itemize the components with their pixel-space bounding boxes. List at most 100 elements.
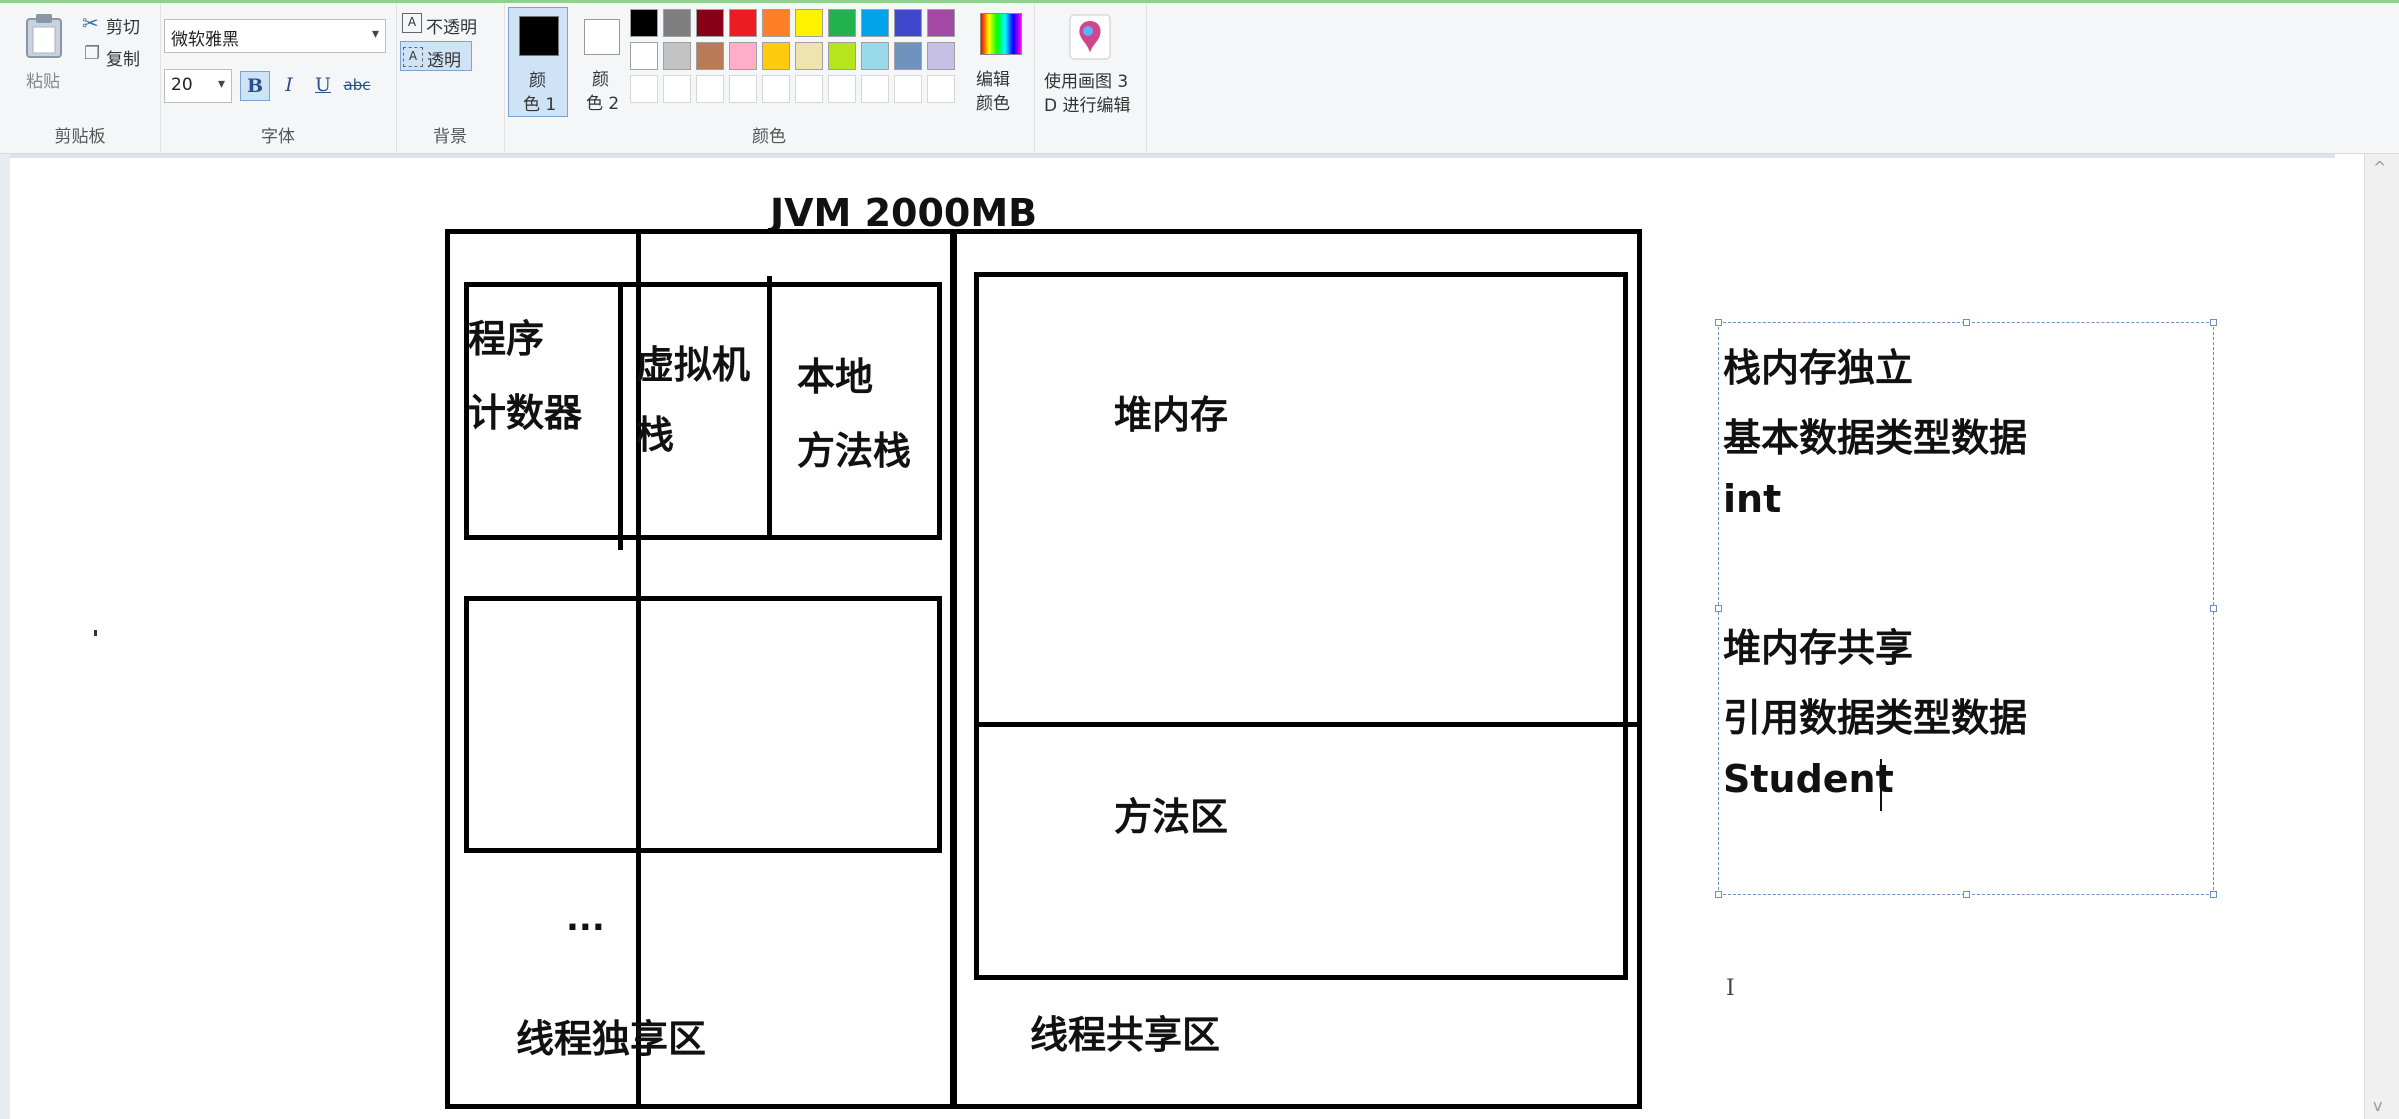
palette-swatch[interactable] bbox=[861, 42, 889, 70]
palette-swatch[interactable] bbox=[663, 42, 691, 70]
ibeam-cursor-icon: I bbox=[1726, 976, 1735, 1001]
edit-colors-button[interactable]: 编辑 颜色 bbox=[970, 7, 1030, 117]
text-caret bbox=[1880, 759, 1882, 811]
font-size-value: 20 bbox=[171, 75, 193, 95]
palette-swatch[interactable] bbox=[729, 42, 757, 70]
bold-button[interactable]: B bbox=[240, 71, 270, 101]
palette-swatch[interactable] bbox=[762, 9, 790, 37]
palette-swatch[interactable] bbox=[927, 9, 955, 37]
divider-line bbox=[952, 229, 957, 1109]
color-palette bbox=[630, 9, 970, 109]
custom-color-slot[interactable] bbox=[795, 75, 823, 103]
color2-label-1: 颜 bbox=[592, 70, 609, 90]
scroll-up-icon[interactable]: ^ bbox=[2373, 158, 2386, 177]
resize-handle-l[interactable] bbox=[1715, 605, 1722, 612]
colors-group-label: 颜色 bbox=[752, 127, 786, 147]
transparent-icon: A bbox=[403, 47, 423, 67]
background-group-label: 背景 bbox=[433, 127, 467, 147]
palette-swatch[interactable] bbox=[630, 9, 658, 37]
palette-swatch[interactable] bbox=[663, 9, 691, 37]
transparent-button[interactable]: A 透明 bbox=[400, 41, 472, 71]
resize-handle-tl[interactable] bbox=[1715, 319, 1722, 326]
resize-handle-b[interactable] bbox=[1963, 891, 1970, 898]
palette-swatch[interactable] bbox=[828, 42, 856, 70]
resize-handle-br[interactable] bbox=[2210, 891, 2217, 898]
clipboard-group-label: 剪贴板 bbox=[54, 127, 106, 147]
custom-color-slot[interactable] bbox=[894, 75, 922, 103]
palette-swatch[interactable] bbox=[828, 9, 856, 37]
custom-color-slot[interactable] bbox=[762, 75, 790, 103]
palette-swatch[interactable] bbox=[630, 42, 658, 70]
paste-button[interactable]: 粘贴 bbox=[14, 9, 74, 95]
palette-swatch[interactable] bbox=[927, 42, 955, 70]
paint3d-icon bbox=[1069, 14, 1111, 60]
color2-swatch bbox=[584, 19, 620, 55]
color1-label-1: 颜 bbox=[529, 71, 546, 91]
text-line: 引用数据类型数据 bbox=[1723, 696, 2028, 740]
custom-color-slot[interactable] bbox=[630, 75, 658, 103]
resize-handle-t[interactable] bbox=[1963, 319, 1970, 326]
program-counter-label-1: 程序 bbox=[468, 317, 545, 361]
paint3d-group: 使用画图 3 D 进行编辑 bbox=[1034, 3, 1147, 153]
paint3d-button[interactable]: 使用画图 3 D 进行编辑 bbox=[1036, 7, 1144, 117]
vm-stack-label-1: 虚拟机 bbox=[636, 343, 751, 387]
color1-button[interactable]: 颜 色 1 bbox=[508, 7, 568, 117]
heap-method-divider bbox=[974, 722, 1642, 727]
custom-color-slot[interactable] bbox=[663, 75, 691, 103]
palette-swatch[interactable] bbox=[894, 42, 922, 70]
font-family-value: 微软雅黑 bbox=[171, 30, 239, 50]
font-size-select[interactable]: 20 ▾ bbox=[164, 69, 232, 103]
custom-color-slot[interactable] bbox=[828, 75, 856, 103]
palette-swatch[interactable] bbox=[894, 9, 922, 37]
color1-label-2: 色 1 bbox=[523, 95, 557, 115]
palette-swatch[interactable] bbox=[729, 9, 757, 37]
native-stack-label-1: 本地 bbox=[797, 355, 874, 399]
custom-color-slot[interactable] bbox=[729, 75, 757, 103]
palette-swatch[interactable] bbox=[696, 42, 724, 70]
custom-color-slot[interactable] bbox=[927, 75, 955, 103]
custom-color-slot[interactable] bbox=[696, 75, 724, 103]
color1-swatch bbox=[519, 16, 559, 56]
underline-button[interactable]: U bbox=[308, 71, 338, 101]
font-family-select[interactable]: 微软雅黑 ▾ bbox=[164, 19, 386, 53]
palette-swatch[interactable] bbox=[795, 42, 823, 70]
native-stack-label-2: 方法栈 bbox=[797, 429, 912, 473]
canvas-top-edge bbox=[10, 154, 2335, 158]
cut-button[interactable]: ✂ 剪切 bbox=[82, 11, 152, 38]
rainbow-icon bbox=[980, 13, 1022, 55]
transparent-label: 透明 bbox=[427, 51, 461, 71]
paste-label: 粘贴 bbox=[26, 72, 60, 92]
italic-button[interactable]: I bbox=[274, 71, 304, 101]
text-line: Student bbox=[1723, 757, 1894, 801]
canvas-left-margin bbox=[0, 154, 10, 1119]
shared-regions-box bbox=[974, 272, 1628, 980]
palette-swatch[interactable] bbox=[696, 9, 724, 37]
vm-stack-label-2: 栈 bbox=[636, 413, 675, 457]
copy-button[interactable]: ❐ 复制 bbox=[82, 43, 152, 70]
paint3d-label-1: 使用画图 3 bbox=[1044, 72, 1129, 92]
ribbon: 粘贴 ✂ 剪切 ❐ 复制 剪贴板 微软雅黑 ▾ 20 ▾ B I U abc 字… bbox=[0, 3, 2399, 154]
palette-swatch[interactable] bbox=[795, 9, 823, 37]
vertical-scrollbar[interactable]: ^ v bbox=[2364, 154, 2399, 1119]
chevron-down-icon: ▾ bbox=[217, 76, 225, 92]
text-line: int bbox=[1723, 477, 1782, 521]
palette-swatch[interactable] bbox=[762, 42, 790, 70]
thread-shared-label: 线程共享区 bbox=[1030, 1013, 1221, 1057]
strikethrough-button[interactable]: abc bbox=[342, 71, 372, 101]
text-box[interactable]: 栈内存独立 基本数据类型数据 int 堆内存共享 引用数据类型数据 Studen… bbox=[1715, 319, 2217, 898]
resize-handle-tr[interactable] bbox=[2210, 319, 2217, 326]
paint3d-label-2: D 进行编辑 bbox=[1044, 96, 1131, 116]
opaque-button[interactable]: A 不透明 bbox=[400, 9, 498, 38]
resize-handle-bl[interactable] bbox=[1715, 891, 1722, 898]
resize-handle-r[interactable] bbox=[2210, 605, 2217, 612]
stray-dot bbox=[94, 630, 97, 636]
scroll-down-icon[interactable]: v bbox=[2373, 1096, 2382, 1115]
colors-group: 颜 色 1 颜 色 2 编辑 颜色 颜色 bbox=[504, 3, 1035, 153]
edit-colors-label-1: 编辑 bbox=[976, 70, 1010, 90]
palette-swatch[interactable] bbox=[861, 9, 889, 37]
color2-label-2: 色 2 bbox=[586, 94, 620, 114]
font-group-label: 字体 bbox=[261, 127, 295, 147]
custom-color-slot[interactable] bbox=[861, 75, 889, 103]
color2-button[interactable]: 颜 色 2 bbox=[574, 7, 630, 117]
method-area-label: 方法区 bbox=[1114, 795, 1229, 839]
